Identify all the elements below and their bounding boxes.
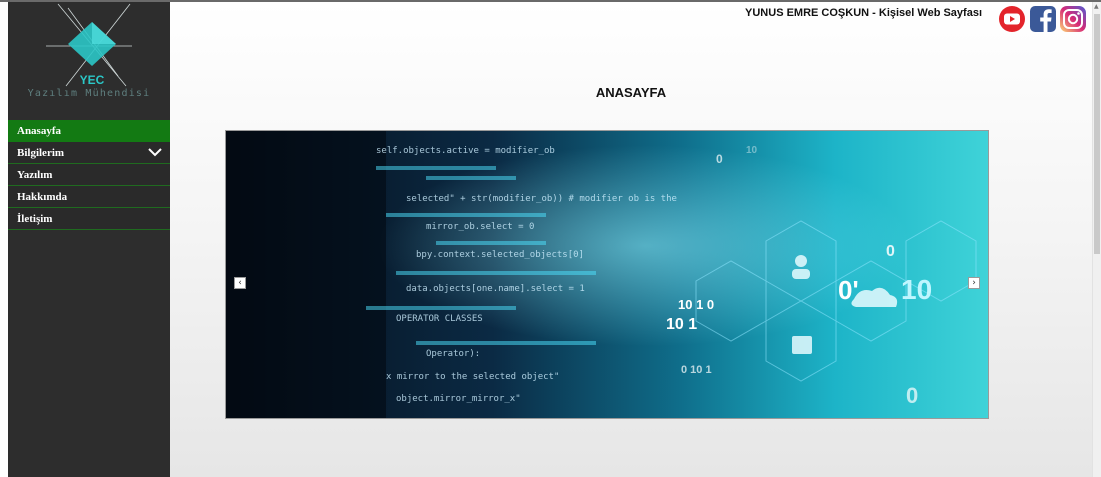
digit-label: 10 (901, 274, 932, 305)
carousel-next-button[interactable]: › (968, 277, 980, 289)
code-line: Operator): (426, 349, 480, 359)
sidebar-item-label: Anasayfa (17, 125, 62, 137)
carousel-prev-button[interactable]: ‹ (234, 277, 246, 289)
digit-label: 0 (716, 152, 723, 166)
social-links (998, 5, 1090, 37)
instagram-icon[interactable] (1059, 5, 1087, 33)
digit-label: 0 10 1 (681, 364, 712, 376)
code-line: selected" + str(modifier_ob)) # modifier… (406, 194, 677, 204)
sidebar-item-label: İletişim (17, 213, 53, 225)
sidebar-item-label: Hakkımda (17, 191, 68, 203)
sidebar-item-label: Bilgilerim (17, 147, 65, 159)
carousel-image: self.objects.active = modifier_ob select… (226, 131, 988, 418)
sidebar-item-iletisim[interactable]: İletişim (8, 208, 170, 230)
code-line: object.mirror_mirror_x" (396, 394, 521, 404)
code-line: OPERATOR CLASSES (396, 314, 483, 324)
logo-mark: YEC (80, 73, 105, 87)
code-line: x mirror to the selected object" (386, 372, 559, 382)
main-content: YUNUS EMRE COŞKUN - Kişisel Web Sayfası (170, 2, 1092, 477)
sidebar-item-label: Yazılım (17, 169, 53, 181)
sidebar-item-bilgilerim[interactable]: Bilgilerim (8, 142, 170, 164)
code-line: data.objects[one.name].select = 1 (406, 284, 585, 294)
scrollbar-thumb[interactable] (1094, 14, 1100, 254)
site-title: YUNUS EMRE COŞKUN - Kişisel Web Sayfası (745, 7, 982, 19)
page-title: ANASAYFA (595, 85, 667, 100)
code-line: self.objects.active = modifier_ob (376, 146, 555, 156)
digit-label: 0' (838, 275, 859, 305)
chevron-down-icon (148, 148, 162, 157)
image-carousel[interactable]: self.objects.active = modifier_ob select… (225, 130, 989, 419)
digit-label: 10 1 0 (678, 297, 714, 312)
digit-label: 0 (886, 243, 895, 260)
facebook-icon[interactable] (1029, 5, 1057, 33)
digit-label: 10 (746, 145, 758, 156)
youtube-icon[interactable] (998, 5, 1026, 33)
digit-label: 10 1 (666, 316, 697, 333)
logo-caption: Yazılım Mühendisi (27, 88, 151, 99)
sidebar: YEC Yazılım Mühendisi Anasayfa Bilgileri… (8, 2, 170, 477)
logo[interactable]: YEC Yazılım Mühendisi (8, 2, 170, 112)
sidebar-nav: Anasayfa Bilgilerim Yazılım Hakkımda İle… (8, 120, 170, 230)
code-line: mirror_ob.select = 0 (426, 222, 534, 232)
scroll-up-icon[interactable]: ▲ (1094, 4, 1099, 10)
sidebar-item-yazilim[interactable]: Yazılım (8, 164, 170, 186)
vertical-scrollbar[interactable]: ▲ (1092, 2, 1101, 477)
code-line: bpy.context.selected_objects[0] (416, 250, 584, 260)
sidebar-item-hakkimda[interactable]: Hakkımda (8, 186, 170, 208)
sidebar-item-anasayfa[interactable]: Anasayfa (8, 120, 170, 142)
digit-label: 0 (906, 383, 918, 408)
